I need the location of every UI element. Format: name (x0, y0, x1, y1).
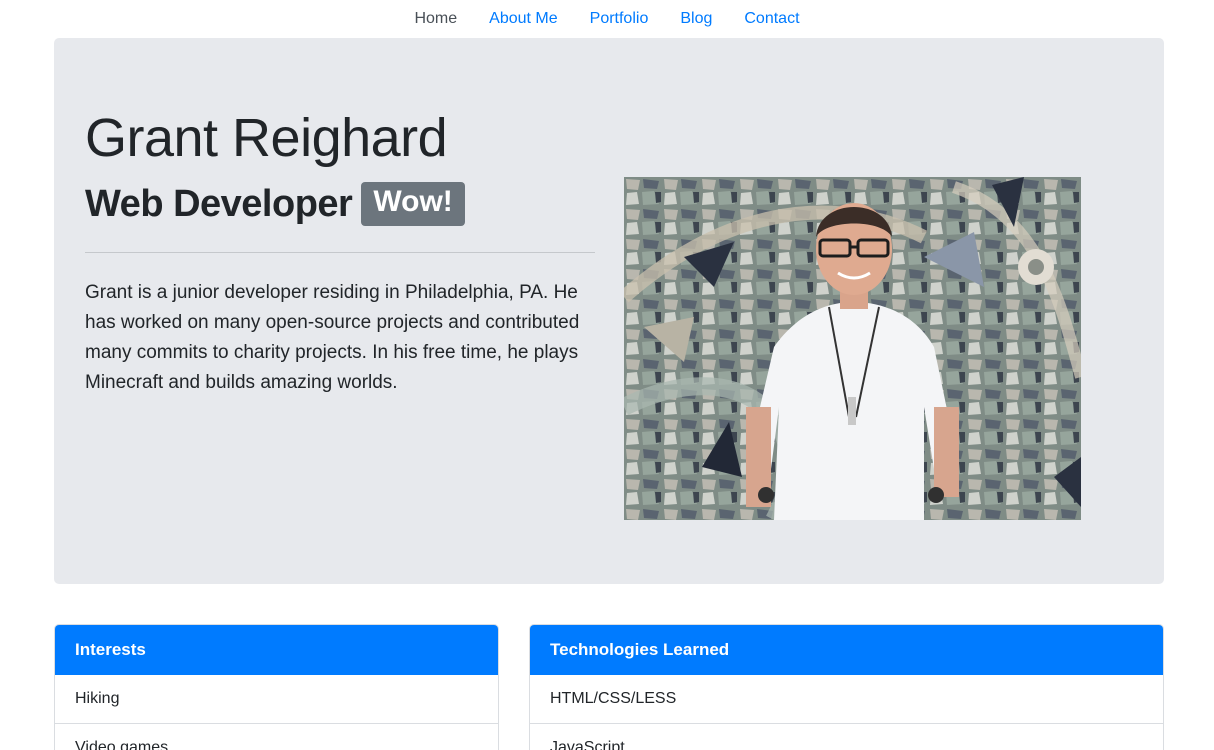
nav-portfolio-link[interactable]: Portfolio (574, 0, 665, 38)
nav-blog-link[interactable]: Blog (664, 0, 728, 38)
technologies-card-header: Technologies Learned (530, 625, 1163, 675)
top-nav: Home About Me Portfolio Blog Contact (0, 0, 1214, 38)
nav-contact-link[interactable]: Contact (728, 0, 815, 38)
hero-role: Web Developer (85, 183, 353, 225)
nav-home-link[interactable]: Home (398, 0, 473, 38)
hero-subtitle: Web Developer Wow! (85, 181, 465, 227)
hero-jumbotron: Grant Reighard Web Developer Wow! Grant … (54, 38, 1164, 584)
list-item: HTML/CSS/LESS (530, 675, 1163, 724)
profile-photo (624, 177, 1081, 520)
list-item: JavaScript (530, 724, 1163, 750)
technologies-card: Technologies Learned HTML/CSS/LESS JavaS… (529, 624, 1164, 750)
list-item: Hiking (55, 675, 498, 724)
interests-card-header: Interests (55, 625, 498, 675)
hero-name: Grant Reighard (85, 108, 448, 168)
interests-card: Interests Hiking Video games (54, 624, 499, 750)
hero-divider (85, 252, 595, 253)
wow-badge: Wow! (361, 182, 465, 226)
nav-about-link[interactable]: About Me (473, 0, 573, 38)
list-item: Video games (55, 724, 498, 750)
hero-bio: Grant is a junior developer residing in … (85, 282, 580, 393)
